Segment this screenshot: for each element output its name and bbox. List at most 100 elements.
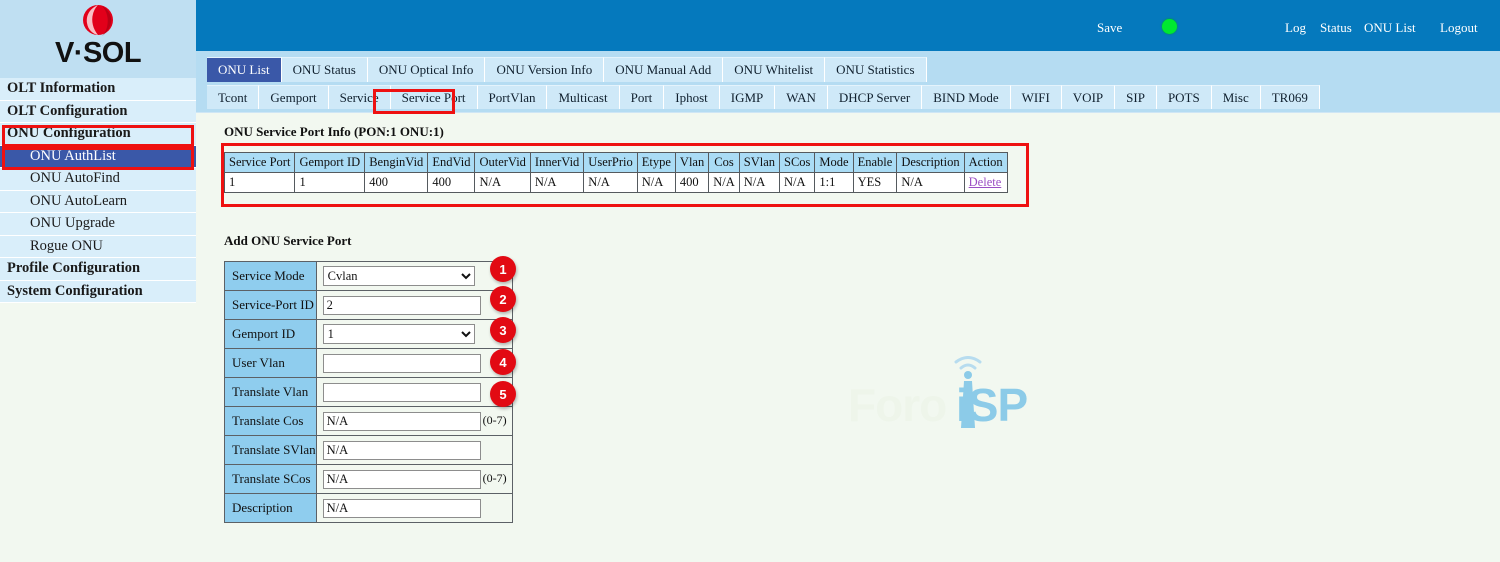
table-cell: N/A: [529, 172, 585, 193]
sidebar-item-onu-configuration[interactable]: ONU Configuration: [0, 123, 196, 146]
sidebar-nav: OLT Information OLT Configuration ONU Conf…: [0, 78, 196, 303]
subtab-multicast[interactable]: Multicast: [547, 85, 620, 109]
brand-logo-text: V·SOL: [54, 37, 142, 69]
tab-onu-version-info[interactable]: ONU Version Info: [485, 57, 605, 82]
sidebar: V·SOL OLT Information OLT Configuration ON…: [0, 0, 196, 562]
column-header: Cos: [708, 152, 740, 173]
sidebar-item-onu-upgrade[interactable]: ONU Upgrade: [0, 213, 196, 236]
translate-cos-input[interactable]: [322, 411, 481, 431]
table-cell: YES: [852, 172, 898, 193]
column-header: OuterVid: [474, 152, 531, 173]
sidebar-item-olt-configuration[interactable]: OLT Configuration: [0, 100, 196, 123]
logout-link[interactable]: Logout: [1440, 20, 1478, 36]
form-field-cell: [315, 290, 513, 320]
subtab-dhcp-server[interactable]: DHCP Server: [827, 85, 923, 109]
translate-svlan-input[interactable]: [322, 440, 481, 460]
onu-list-link[interactable]: ONU List: [1364, 20, 1416, 36]
subtab-misc[interactable]: Misc: [1211, 85, 1261, 109]
tab-onu-statistics[interactable]: ONU Statistics: [825, 57, 927, 82]
subtab-pots[interactable]: POTS: [1156, 85, 1212, 109]
subtab-wifi[interactable]: WIFI: [1010, 85, 1062, 109]
subtab-sip[interactable]: SIP: [1115, 85, 1157, 109]
table-cell: N/A: [636, 172, 676, 193]
table-cell: 400: [364, 172, 429, 193]
save-button[interactable]: Save: [1097, 20, 1122, 36]
sidebar-item-olt-information[interactable]: OLT Information: [0, 78, 196, 101]
table-cell: 1: [294, 172, 366, 193]
annotation-badge-4: 4: [490, 349, 516, 375]
sidebar-item-label: OLT Configuration: [7, 102, 128, 119]
translate-scos-input[interactable]: [322, 469, 481, 489]
tab-onu-manual-add[interactable]: ONU Manual Add: [604, 57, 724, 82]
column-header: Description: [896, 152, 965, 173]
subtab-tcont[interactable]: Tcont: [207, 85, 260, 109]
subtab-wan[interactable]: WAN: [775, 85, 828, 109]
translate-vlan-input[interactable]: [322, 382, 481, 402]
main-content: Foro iSP ONU Service Port Info (PON:1 ON…: [196, 113, 1500, 562]
gemport-id-select[interactable]: 1234: [322, 324, 475, 344]
status-link[interactable]: Status: [1320, 20, 1352, 36]
subtab-service[interactable]: Service: [328, 85, 391, 109]
annotation-badge-1: 1: [490, 256, 516, 282]
sidebar-item-system-configuration[interactable]: System Configuration: [0, 280, 196, 303]
log-link[interactable]: Log: [1285, 20, 1306, 36]
subtab-port[interactable]: Port: [619, 85, 665, 109]
table-cell: 400: [674, 172, 710, 193]
subtab-gemport[interactable]: Gemport: [259, 85, 329, 109]
description-input[interactable]: [322, 498, 481, 518]
add-service-port-title: Add ONU Service Port: [224, 233, 352, 248]
sidebar-item-label: OLT Information: [7, 80, 116, 97]
form-field-cell: [315, 435, 513, 465]
form-label-translate-svlan: Translate SVlan: [224, 435, 317, 465]
subtab-portvlan[interactable]: PortVlan: [477, 85, 548, 109]
service-port-id-input[interactable]: [322, 295, 481, 315]
primary-tab-bar: ONU List ONU Status ONU Optical Info ONU Ve…: [196, 51, 1500, 82]
annotation-badge-3: 3: [490, 317, 516, 343]
delete-link[interactable]: Delete: [969, 175, 1002, 189]
form-label-translate-scos: Translate SCos: [224, 464, 317, 494]
column-header: SVlan: [738, 152, 781, 173]
form-label-gemport-id: Gemport ID: [224, 319, 317, 349]
subtab-tr069[interactable]: TR069: [1260, 85, 1320, 109]
sidebar-item-onu-authlist[interactable]: ONU AuthList: [0, 145, 196, 168]
sidebar-item-rogue-onu[interactable]: Rogue ONU: [0, 235, 196, 258]
sidebar-item-onu-autolearn[interactable]: ONU AutoLearn: [0, 190, 196, 213]
field-range-hint: (0-7): [482, 412, 507, 427]
form-row: Translate SVlan: [224, 435, 513, 465]
tab-onu-status[interactable]: ONU Status: [281, 57, 368, 82]
delete-action-cell[interactable]: Delete: [963, 172, 1008, 193]
form-field-cell: CvlanSvlanTransparent: [315, 261, 513, 291]
form-row: Gemport ID1234: [224, 319, 513, 349]
subtab-igmp[interactable]: IGMP: [719, 85, 776, 109]
table-header-row: Service Port Gemport ID BenginVid EndVid Out…: [223, 152, 1008, 173]
watermark-text-left: Foro: [848, 379, 947, 431]
sidebar-item-label: ONU AuthList: [30, 147, 116, 164]
sidebar-item-profile-configuration[interactable]: Profile Configuration: [0, 258, 196, 281]
sidebar-item-label: ONU Upgrade: [30, 215, 115, 232]
subtab-iphost[interactable]: Iphost: [664, 85, 720, 109]
column-header: UserPrio: [583, 152, 638, 173]
secondary-tab-bar: Tcont Gemport Service Service Port PortVlan M…: [196, 82, 1500, 113]
form-label-service-mode: Service Mode: [224, 261, 317, 291]
form-field-cell: [315, 348, 513, 378]
service-port-info-title: ONU Service Port Info (PON:1 ONU:1): [224, 124, 444, 139]
user-vlan-input[interactable]: [322, 353, 481, 373]
subtab-bind-mode[interactable]: BIND Mode: [922, 85, 1011, 109]
tab-onu-optical-info[interactable]: ONU Optical Info: [367, 57, 486, 82]
form-field-cell: [315, 493, 513, 523]
table-cell: 1: [223, 172, 296, 193]
service-mode-select[interactable]: CvlanSvlanTransparent: [322, 266, 475, 286]
subtab-voip[interactable]: VOIP: [1061, 85, 1116, 109]
sidebar-item-onu-autofind[interactable]: ONU AutoFind: [0, 168, 196, 191]
form-label-description: Description: [224, 493, 317, 523]
sidebar-item-label: ONU Configuration: [7, 125, 131, 142]
form-field-cell: (0-7): [315, 406, 513, 436]
column-header: Service Port: [223, 152, 296, 173]
annotation-badge-2: 2: [490, 286, 516, 312]
brand-logo: V·SOL: [0, 0, 196, 78]
tab-onu-whitelist[interactable]: ONU Whitelist: [723, 57, 826, 82]
form-row: Translate Vlan: [224, 377, 513, 407]
tab-onu-list[interactable]: ONU List: [207, 57, 282, 82]
column-header: EndVid: [427, 152, 476, 173]
subtab-service-port[interactable]: Service Port: [390, 85, 478, 109]
